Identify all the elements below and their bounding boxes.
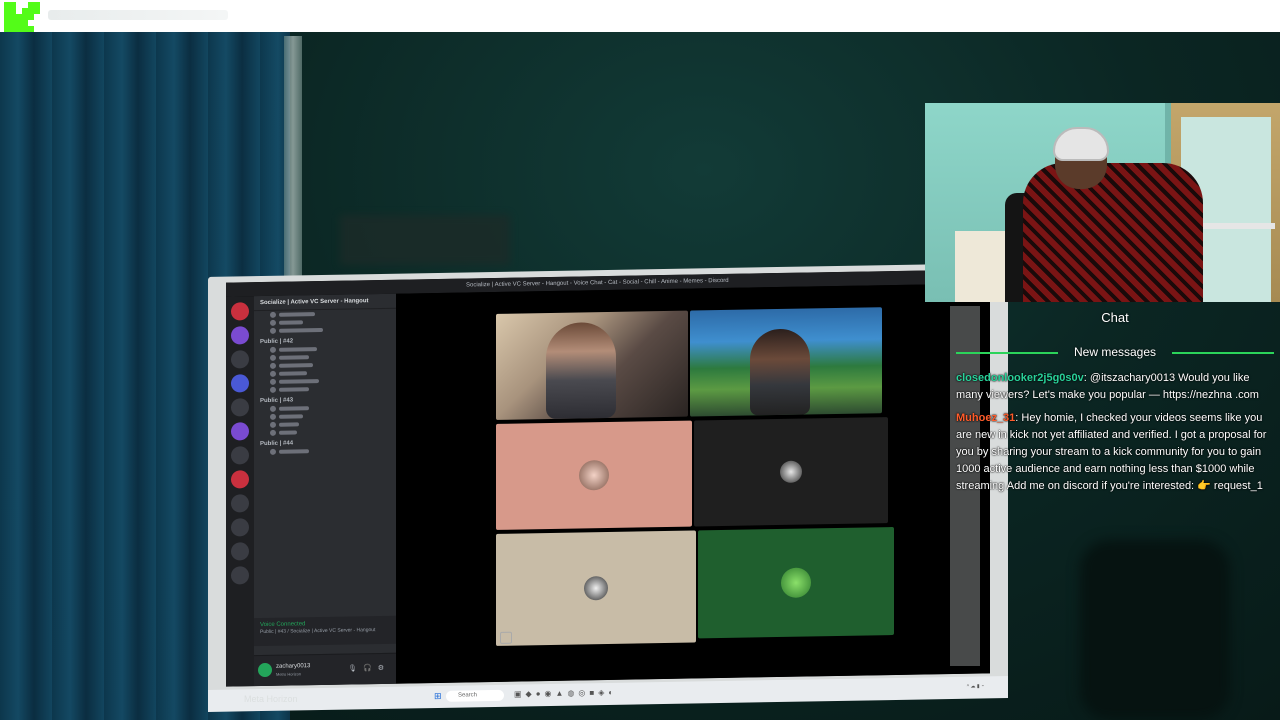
user-controls[interactable]: 🎙🎧⚙: [348, 664, 390, 673]
video-grid: [396, 283, 990, 684]
server-icon[interactable]: [231, 374, 249, 393]
video-tile[interactable]: [496, 420, 692, 530]
server-icon[interactable]: [231, 398, 249, 417]
window-title: Socialize | Active VC Server - Hangout -…: [466, 277, 729, 289]
avatar: [780, 460, 802, 483]
user-panel: zachary0013 Metro Horizon 🎙🎧⚙: [254, 652, 396, 687]
video-tile[interactable]: [698, 527, 894, 639]
streamer: [1023, 163, 1203, 302]
chat-username[interactable]: Muhoez_31: [956, 412, 1015, 424]
server-icon[interactable]: [231, 542, 249, 561]
avatar: [579, 459, 609, 491]
server-list: [226, 296, 254, 687]
chat-title: Chat: [1101, 310, 1129, 325]
monitor-frame: Socialize | Active VC Server - Hangout -…: [208, 263, 1008, 697]
curtain-rod: [284, 36, 302, 276]
server-icon[interactable]: [231, 518, 249, 537]
video-tile[interactable]: [694, 417, 888, 527]
vr-headset-icon: [1053, 127, 1109, 161]
popout-icon[interactable]: [500, 631, 512, 644]
new-messages-divider: New messages: [956, 344, 1274, 360]
discord-window: Socialize | Active VC Server - Hangout -…: [226, 269, 990, 687]
chat-panel: Chat New messages closedonlooker2j5g0s0v…: [950, 304, 1280, 720]
video-tile[interactable]: [690, 307, 882, 417]
user-name: zachary0013: [276, 663, 311, 670]
chat-messages: closedonlooker2j5g0s0v: @itszachary0013 …: [956, 370, 1272, 501]
stream-header-bar: [0, 0, 1280, 44]
meta-horizon-label: Meta Horizon: [244, 694, 298, 704]
webcam-overlay: [925, 103, 1280, 302]
server-icon[interactable]: [231, 302, 249, 321]
monitor: Socialize | Active VC Server - Hangout -…: [208, 263, 1008, 718]
chat-text: Hey homie, I checked your videos seems l…: [956, 412, 1267, 492]
channel-list: Socialize | Active VC Server - Hangout P…: [254, 293, 396, 687]
start-icon[interactable]: ⊞: [434, 691, 443, 701]
taskbar-app-icons[interactable]: ▣◆●◉▲◍◎■◈◐: [514, 688, 617, 699]
server-icon[interactable]: [231, 326, 249, 345]
chat-message: Muhoez_31: Hey homie, I checked your vid…: [956, 410, 1272, 495]
avatar: [781, 567, 811, 598]
avatar[interactable]: [258, 662, 272, 678]
server-icon[interactable]: [231, 422, 249, 441]
chat-message: closedonlooker2j5g0s0v: @itszachary0013 …: [956, 370, 1272, 404]
voice-connected-panel: Voice Connected Public | #43 / Socialize…: [254, 615, 396, 647]
header-blurred-text: [48, 10, 228, 20]
server-icon[interactable]: [231, 566, 249, 585]
user-status: Metro Horizon: [276, 671, 302, 677]
voice-user[interactable]: [254, 446, 396, 456]
avatar: [584, 576, 608, 601]
shelf: [340, 215, 510, 265]
video-tile[interactable]: [496, 310, 688, 420]
video-tile[interactable]: [496, 530, 696, 646]
server-icon[interactable]: [231, 494, 249, 513]
server-icon[interactable]: [231, 470, 249, 489]
participant-video: [546, 321, 616, 420]
server-icon[interactable]: [231, 446, 249, 465]
participant-video: [750, 328, 810, 416]
webcam-desk: [1195, 223, 1275, 229]
server-icon[interactable]: [231, 350, 249, 369]
divider-line: [1172, 352, 1274, 354]
chat-username[interactable]: closedonlooker2j5g0s0v: [956, 372, 1084, 384]
taskbar-search[interactable]: Search: [446, 689, 504, 702]
